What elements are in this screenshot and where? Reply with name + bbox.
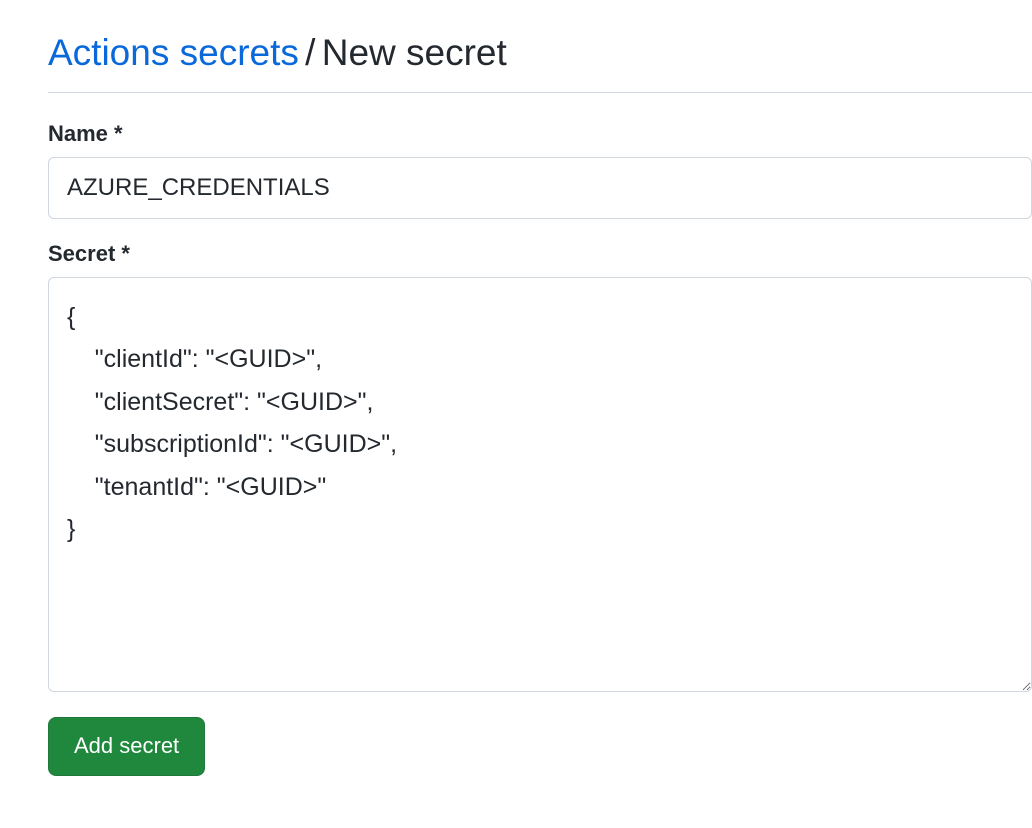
form-group-secret: Secret *	[48, 241, 1032, 695]
breadcrumb-current: New secret	[322, 32, 507, 73]
page-title-heading: Actions secrets / New secret	[48, 30, 1032, 76]
page-container: Actions secrets / New secret Name * Secr…	[0, 0, 1032, 806]
form-group-name: Name *	[48, 121, 1032, 219]
breadcrumb-link-actions-secrets[interactable]: Actions secrets	[48, 32, 299, 73]
page-header: Actions secrets / New secret	[48, 30, 1032, 93]
name-label: Name *	[48, 121, 1032, 147]
breadcrumb-separator: /	[305, 32, 315, 73]
secret-label: Secret *	[48, 241, 1032, 267]
name-input[interactable]	[48, 157, 1032, 219]
secret-textarea[interactable]	[48, 277, 1032, 692]
add-secret-button[interactable]: Add secret	[48, 717, 205, 776]
